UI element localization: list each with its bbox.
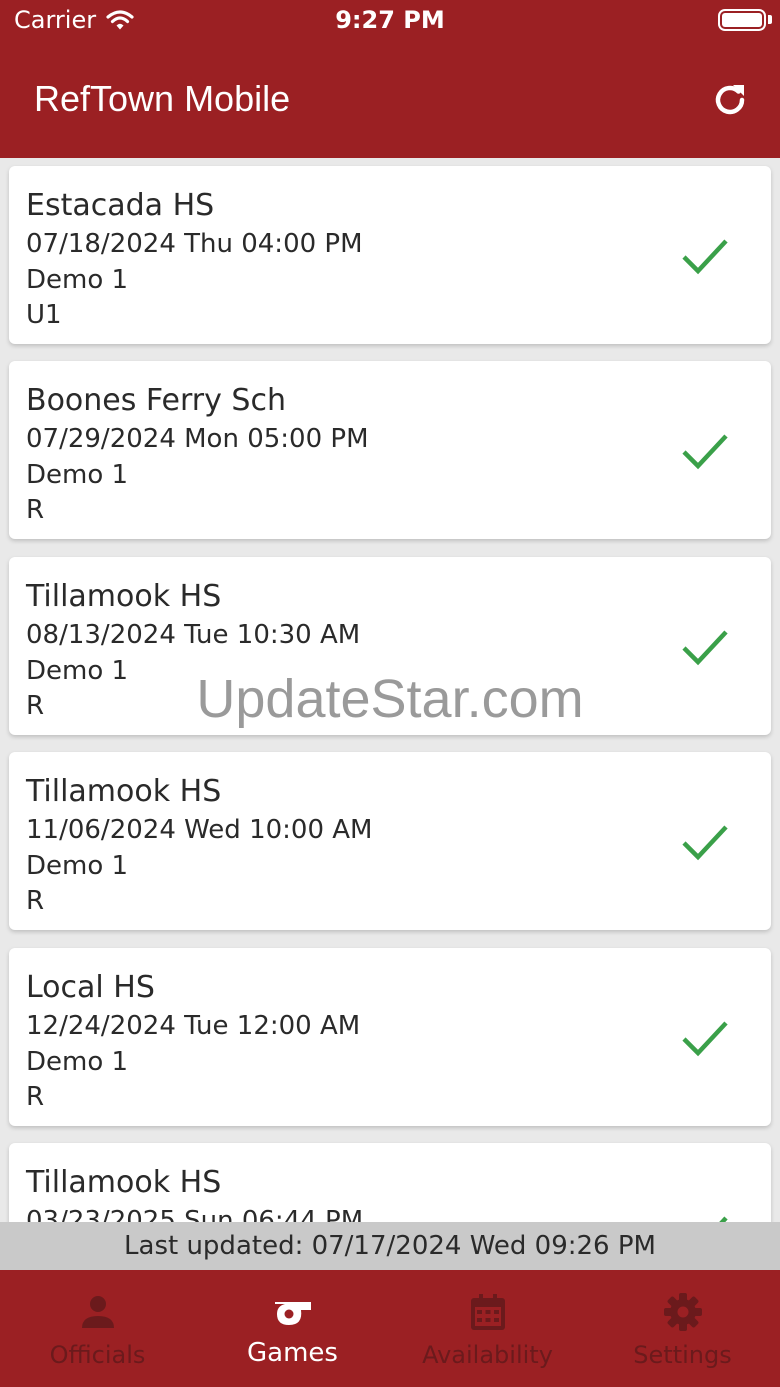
page-title: RefTown Mobile — [34, 78, 291, 119]
tab-settings[interactable]: Settings — [585, 1270, 780, 1387]
app-header: Carrier 9:27 PM RefTown Mobile — [0, 0, 780, 158]
game-league: Demo 1 — [26, 656, 129, 686]
gear-icon — [663, 1293, 702, 1331]
game-league: Demo 1 — [26, 851, 129, 881]
game-card[interactable]: Tillamook HS 03/23/2025 Sun 06:44 PM — [9, 1143, 771, 1222]
calendar-icon — [470, 1294, 505, 1330]
tab-games[interactable]: Games — [195, 1270, 390, 1387]
tab-availability[interactable]: Availability — [390, 1270, 585, 1387]
battery-tip — [768, 15, 772, 24]
whistle-icon — [274, 1302, 311, 1325]
game-position: R — [26, 691, 45, 721]
game-site: Boones Ferry Sch — [26, 383, 286, 418]
battery-icon — [718, 9, 766, 31]
tab-label: Games — [247, 1338, 338, 1368]
check-icon — [682, 825, 728, 861]
game-card[interactable]: Tillamook HS 08/13/2024 Tue 10:30 AM Dem… — [9, 557, 771, 735]
games-list[interactable]: Estacada HS 07/18/2024 Thu 04:00 PM Demo… — [0, 158, 780, 1222]
check-icon — [719, 1216, 728, 1222]
game-datetime: 12/24/2024 Tue 12:00 AM — [26, 1011, 361, 1041]
tab-bar: Officials Games Availability Settings — [0, 1270, 780, 1387]
refresh-icon[interactable] — [710, 80, 750, 120]
check-icon — [682, 239, 728, 275]
status-bar: Carrier 9:27 PM — [0, 0, 780, 42]
screen: Carrier 9:27 PM RefTown Mobile Estacada … — [0, 0, 780, 1387]
tab-label: Availability — [422, 1341, 553, 1369]
game-site: Estacada HS — [26, 188, 215, 223]
game-league: Demo 1 — [26, 460, 129, 490]
game-league: Demo 1 — [26, 265, 129, 295]
game-card[interactable]: Tillamook HS 11/06/2024 Wed 10:00 AM Dem… — [9, 752, 771, 930]
game-position: R — [26, 886, 45, 916]
game-position: R — [26, 1082, 45, 1112]
check-icon — [682, 1021, 728, 1057]
tab-label: Settings — [633, 1341, 732, 1369]
game-position: R — [26, 495, 45, 525]
game-position: U1 — [26, 300, 62, 330]
game-datetime: 11/06/2024 Wed 10:00 AM — [26, 815, 373, 845]
game-datetime: 03/23/2025 Sun 06:44 PM — [26, 1206, 364, 1222]
game-league: Demo 1 — [26, 1047, 129, 1077]
last-updated-bar: Last updated: 07/17/2024 Wed 09:26 PM — [0, 1222, 780, 1270]
person-icon — [81, 1296, 114, 1328]
check-icon — [682, 630, 728, 666]
game-site: Tillamook HS — [26, 579, 222, 614]
game-datetime: 07/18/2024 Thu 04:00 PM — [26, 229, 363, 259]
check-icon — [682, 434, 728, 470]
status-time: 9:27 PM — [335, 6, 445, 34]
tab-label: Officials — [49, 1341, 146, 1369]
tab-officials[interactable]: Officials — [0, 1270, 195, 1387]
game-card[interactable]: Local HS 12/24/2024 Tue 12:00 AM Demo 1 … — [9, 948, 771, 1126]
game-card[interactable]: Boones Ferry Sch 07/29/2024 Mon 05:00 PM… — [9, 361, 771, 539]
game-site: Local HS — [26, 970, 155, 1005]
game-site: Tillamook HS — [26, 774, 222, 809]
game-site: Tillamook HS — [26, 1165, 222, 1200]
game-datetime: 08/13/2024 Tue 10:30 AM — [26, 620, 361, 650]
game-datetime: 07/29/2024 Mon 05:00 PM — [26, 424, 369, 454]
game-card[interactable]: Estacada HS 07/18/2024 Thu 04:00 PM Demo… — [9, 166, 771, 344]
